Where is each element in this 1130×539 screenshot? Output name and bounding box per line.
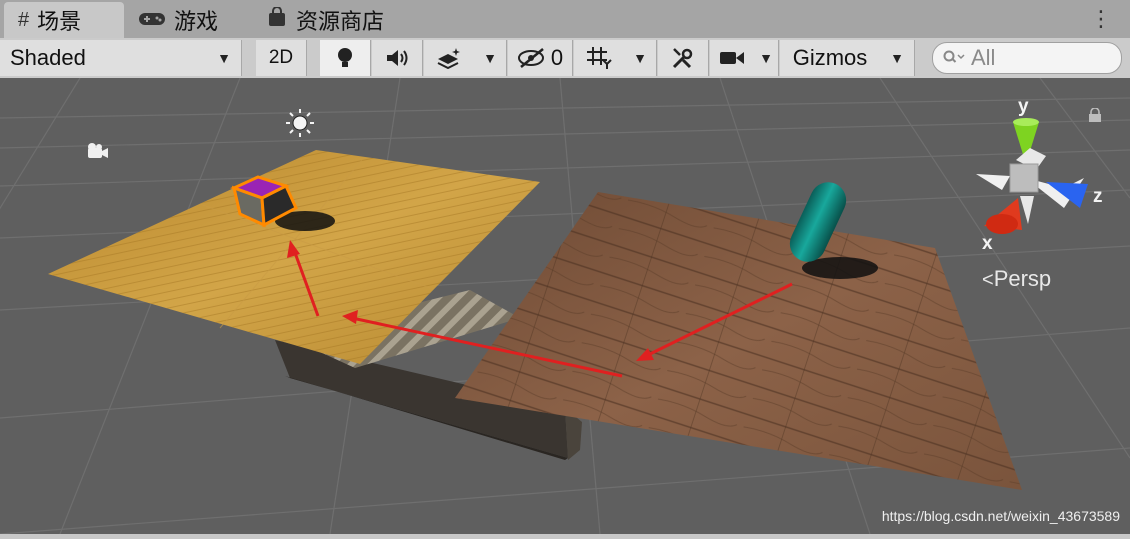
tools-button[interactable]	[658, 40, 709, 76]
grid-dropdown[interactable]: ▼	[624, 40, 657, 76]
tab-asset-store-label: 资源商店	[296, 9, 385, 34]
search-icon	[943, 45, 965, 71]
grid-snap-icon	[587, 47, 612, 69]
tab-bar: # 场景 游戏 资源商店 ⋮	[0, 0, 1130, 38]
layers-sparkle-icon	[437, 48, 460, 69]
2d-label: 2D	[268, 47, 294, 68]
wrench-screwdriver-icon	[672, 48, 693, 69]
chevron-down-icon: ▼	[217, 50, 231, 66]
tab-game-label: 游戏	[174, 9, 219, 34]
search-placeholder: All	[971, 45, 996, 70]
audio-toggle-button[interactable]	[372, 40, 423, 76]
projection-mode-toggle[interactable]: <Persp	[982, 266, 1051, 292]
effects-dropdown[interactable]: ▼	[474, 40, 507, 76]
eye-slash-icon	[517, 48, 544, 68]
speaker-icon	[387, 50, 408, 66]
axis-label-y: y	[1018, 96, 1029, 117]
axis-label-x: x	[982, 233, 993, 254]
tab-scene[interactable]: # 场景	[4, 2, 124, 38]
watermark: https://blog.csdn.net/weixin_43673589	[881, 508, 1120, 524]
chevron-down-icon: ▼	[483, 50, 497, 66]
chevron-down-icon: ▼	[759, 50, 773, 66]
video-camera-icon	[720, 52, 744, 64]
scene-toolbar: Shaded ▼ 2D ▼ 0 ▼ ▼ Gizmos ▼ All	[0, 38, 1130, 79]
lock-icon[interactable]	[1088, 107, 1102, 122]
gamepad-icon	[138, 7, 166, 33]
chevron-left-icon: <	[982, 269, 994, 291]
more-options-icon[interactable]: ⋮	[1090, 6, 1112, 32]
effects-toggle-button[interactable]	[424, 40, 475, 76]
grid-hash-icon: #	[18, 8, 30, 31]
lighting-toggle-button[interactable]	[320, 40, 371, 76]
gizmos-dropdown[interactable]: ▼	[880, 40, 915, 76]
chevron-down-icon: ▼	[633, 50, 647, 66]
scene-canvas[interactable]: y z x	[0, 77, 1130, 535]
camera-settings-button[interactable]	[710, 40, 755, 76]
shading-mode-dropdown[interactable]: Shaded ▼	[0, 40, 242, 76]
grid-snap-button[interactable]	[574, 40, 625, 76]
tab-asset-store[interactable]: 资源商店	[268, 2, 384, 38]
chevron-down-icon: ▼	[890, 50, 904, 66]
hidden-count: 0	[550, 45, 564, 70]
tab-game[interactable]: 游戏	[138, 2, 218, 38]
lightbulb-icon	[338, 48, 352, 67]
scene-viewport[interactable]: y z x <Persp https://blog.csdn.net/weixi…	[0, 77, 1130, 535]
axis-label-z: z	[1093, 186, 1103, 207]
shopping-bag-icon	[268, 6, 286, 33]
camera-dropdown[interactable]: ▼	[754, 40, 779, 76]
shading-mode-label: Shaded	[10, 45, 86, 70]
2d-toggle-button[interactable]: 2D	[256, 40, 307, 76]
hidden-objects-toggle[interactable]: 0	[508, 40, 573, 76]
gizmos-label: Gizmos	[792, 45, 868, 70]
search-input[interactable]: All	[932, 42, 1122, 74]
gizmos-button[interactable]: Gizmos	[780, 40, 881, 76]
projection-mode-label: Persp	[993, 266, 1052, 291]
tab-scene-label: 场景	[37, 9, 82, 34]
